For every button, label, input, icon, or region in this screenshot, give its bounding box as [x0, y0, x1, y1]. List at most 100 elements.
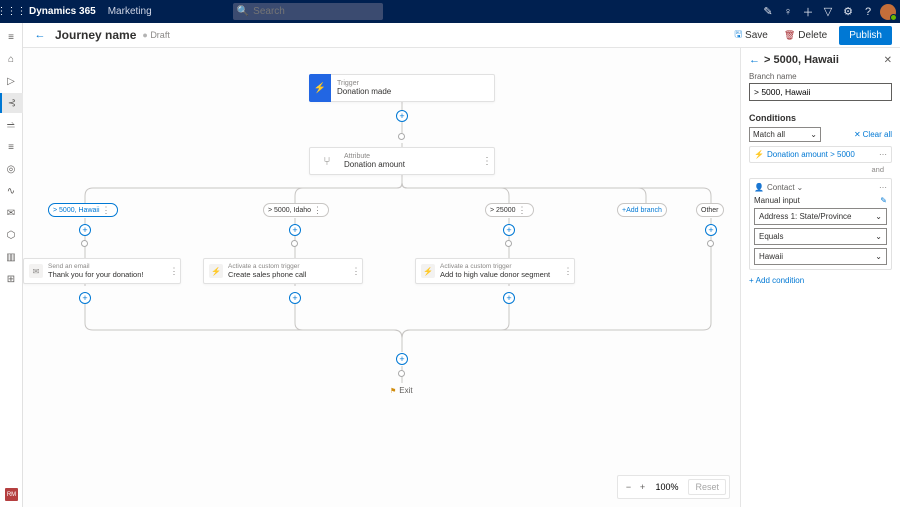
plus-icon[interactable]: ＋	[798, 0, 818, 23]
add-step-button[interactable]: +	[289, 224, 301, 236]
branch-pill-other[interactable]: Other	[696, 203, 724, 217]
chevron-down-icon: ⌄	[797, 183, 804, 192]
pill-more-icon[interactable]: ⋮	[100, 205, 113, 216]
app-area: Marketing	[102, 6, 158, 17]
rail-list-icon[interactable]: ≡	[0, 137, 23, 157]
app-launcher-icon[interactable]: ⋮⋮⋮	[0, 0, 23, 23]
add-step-button[interactable]: +	[503, 292, 515, 304]
panel-back-button[interactable]: ←	[749, 54, 760, 66]
back-button[interactable]: ←	[31, 26, 49, 44]
journey-canvas[interactable]: ⚡ Trigger Donation made + ⑂ Attribute Do…	[23, 48, 740, 507]
global-search-input[interactable]	[253, 6, 385, 17]
page-title: Journey name	[55, 28, 136, 42]
node-label: Donation made	[337, 87, 494, 96]
zoom-control: − + 100% Reset	[617, 475, 730, 499]
save-button[interactable]: 🖫Save	[728, 24, 773, 46]
condition-more-icon[interactable]: ⋯	[879, 183, 887, 192]
branch-name-label: Branch name	[749, 72, 892, 81]
attribute-node[interactable]: ⑂ Attribute Donation amount ⋮	[309, 147, 495, 175]
value-dropdown[interactable]: Hawaii⌄	[754, 248, 887, 265]
add-step-button[interactable]: +	[289, 292, 301, 304]
action-node-email[interactable]: ✉ Send an email Thank you for your donat…	[23, 258, 181, 284]
global-topbar: ⋮⋮⋮ Dynamics 365 Marketing 🔍 ✎ ♀ ＋ ▽ ⚙ ?	[0, 0, 900, 23]
help-icon[interactable]: ?	[858, 0, 878, 23]
rail-chart-icon[interactable]: ∿	[0, 181, 23, 201]
branch-pill-hawaii[interactable]: > 5000, Hawaii ⋮	[48, 203, 118, 217]
chevron-down-icon: ⌄	[875, 232, 882, 241]
branch-pill-idaho[interactable]: > 5000, Idaho ⋮	[263, 203, 329, 217]
app-name: Dynamics 365	[23, 6, 102, 17]
panel-close-button[interactable]: ✕	[884, 55, 892, 66]
delete-button[interactable]: 🗑Delete	[778, 27, 833, 44]
add-step-button[interactable]: +	[79, 224, 91, 236]
branch-icon: ⑂	[316, 150, 338, 172]
action-node-sales-call[interactable]: ⚡ Activate a custom trigger Create sales…	[203, 258, 363, 284]
filter-icon[interactable]: ▽	[818, 0, 838, 23]
trigger-node[interactable]: ⚡ Trigger Donation made	[309, 74, 495, 102]
operator-dropdown[interactable]: Equals⌄	[754, 228, 887, 245]
gear-icon[interactable]: ⚙	[838, 0, 858, 23]
left-nav-rail: ≡ ⌂ ▷ ⊰ ⥬ ≡ ◎ ∿ ✉ ⬡ ▥ ⊞ RM	[0, 23, 23, 507]
rail-journeys-icon[interactable]: ⊰	[0, 93, 23, 113]
zoom-out-button[interactable]: −	[621, 482, 635, 492]
add-step-button[interactable]: +	[705, 224, 717, 236]
global-search[interactable]: 🔍	[233, 3, 383, 20]
action-node-segment[interactable]: ⚡ Activate a custom trigger Add to high …	[415, 258, 575, 284]
command-bar: ← Journey name Draft 🖫Save 🗑Delete Publi…	[23, 23, 900, 48]
action-label: Create sales phone call	[228, 270, 350, 279]
connector-dot	[398, 370, 405, 377]
field-dropdown[interactable]: Address 1: State/Province⌄	[754, 208, 887, 225]
status-badge: Draft	[142, 30, 169, 40]
rail-misc1-icon[interactable]: ▥	[0, 247, 23, 267]
panel-title: > 5000, Hawaii	[764, 54, 884, 66]
flag-icon: ⚑	[390, 388, 396, 395]
rail-play-icon[interactable]: ▷	[0, 71, 23, 91]
condition-icon: ⚡	[754, 150, 764, 159]
rail-hamburger-icon[interactable]: ≡	[0, 27, 23, 47]
zoom-reset-button[interactable]: Reset	[688, 479, 726, 495]
match-mode-select[interactable]: Match all ⌄	[749, 127, 821, 142]
condition-more-icon[interactable]: ⋯	[879, 150, 887, 159]
trigger-icon: ⚡	[309, 74, 331, 102]
rail-mail-icon[interactable]: ✉	[0, 203, 23, 223]
add-step-button[interactable]: +	[396, 110, 408, 122]
node-more-icon[interactable]: ⋮	[480, 156, 494, 167]
pill-more-icon[interactable]: ⋮	[516, 205, 529, 216]
node-more-icon[interactable]: ⋮	[168, 266, 180, 277]
clear-all-button[interactable]: ✕Clear all	[854, 130, 892, 139]
add-branch-button[interactable]: + Add branch	[617, 203, 667, 217]
topbar-actions: ✎ ♀ ＋ ▽ ⚙ ?	[758, 0, 896, 23]
rail-misc2-icon[interactable]: ⊞	[0, 269, 23, 289]
bulb-icon[interactable]: ♀	[778, 0, 798, 23]
rail-profile-badge[interactable]: RM	[5, 488, 18, 501]
pill-more-icon[interactable]: ⋮	[311, 205, 324, 216]
add-condition-button[interactable]: + Add condition	[749, 276, 892, 285]
node-more-icon[interactable]: ⋮	[350, 266, 362, 277]
email-icon: ✉	[29, 264, 43, 278]
add-step-button[interactable]: +	[503, 224, 515, 236]
rail-analytics-icon[interactable]: ⥬	[0, 115, 23, 135]
chevron-down-icon: ⌄	[875, 252, 882, 261]
connector-dot	[291, 240, 298, 247]
publish-button[interactable]: Publish	[839, 26, 892, 45]
trigger-icon: ⚡	[421, 264, 435, 278]
node-type-label: Attribute	[344, 153, 480, 160]
rail-db-icon[interactable]: ⬡	[0, 225, 23, 245]
avatar[interactable]	[880, 4, 896, 20]
branch-pill-25000[interactable]: > 25000 ⋮	[485, 203, 534, 217]
condition-donation-amount[interactable]: ⚡ Donation amount > 5000 ⋯	[749, 146, 892, 163]
zoom-percent: 100%	[649, 482, 684, 492]
add-step-button[interactable]: +	[396, 353, 408, 365]
action-type: Send an email	[48, 263, 168, 270]
rail-home-icon[interactable]: ⌂	[0, 49, 23, 69]
node-more-icon[interactable]: ⋮	[562, 266, 574, 277]
action-type: Activate a custom trigger	[440, 263, 562, 270]
plus-icon: +	[749, 276, 754, 285]
edit-icon[interactable]: ✎	[758, 0, 778, 23]
branch-name-input[interactable]	[749, 83, 892, 101]
conditions-heading: Conditions	[749, 113, 892, 123]
zoom-in-button[interactable]: +	[635, 482, 649, 492]
add-step-button[interactable]: +	[79, 292, 91, 304]
edit-icon[interactable]: ✎	[880, 196, 887, 205]
rail-target-icon[interactable]: ◎	[0, 159, 23, 179]
